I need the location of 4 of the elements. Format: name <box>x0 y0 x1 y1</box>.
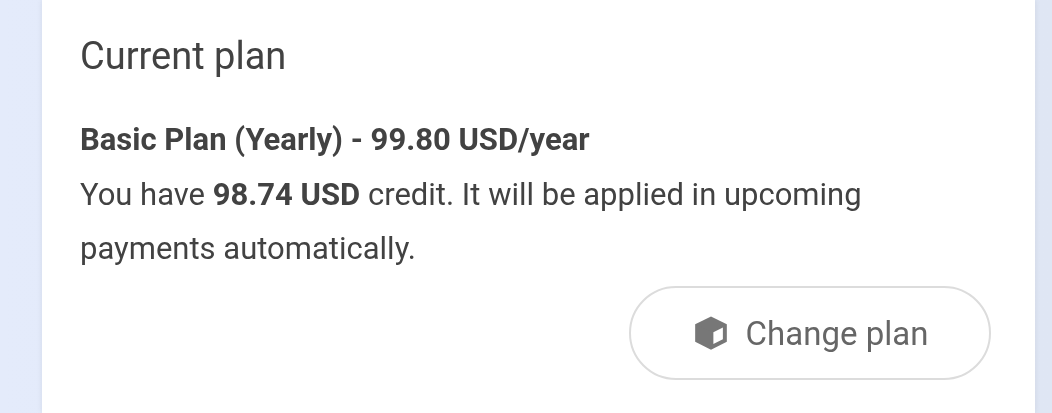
card-title: Current plan <box>80 33 287 80</box>
credit-note: You have 98.74 USD credit. It will be applied in upcoming payments automatically. <box>80 175 863 269</box>
plan-name: Basic Plan (Yearly) - 99.80 USD/year <box>80 120 590 160</box>
change-plan-button[interactable]: Change plan <box>629 286 991 380</box>
